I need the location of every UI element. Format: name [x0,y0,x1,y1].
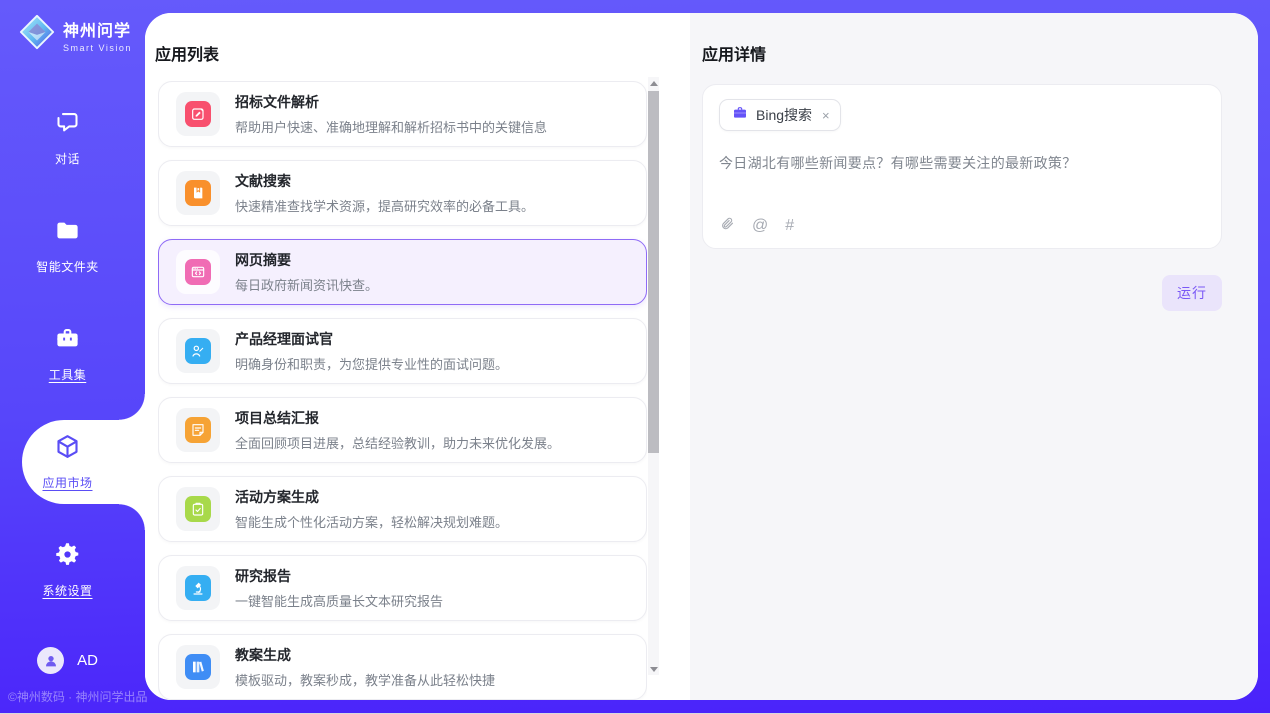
app-card-desc: 模板驱动，教案秒成，教学准备从此轻松快捷 [235,670,495,689]
toolbox-icon [54,325,81,357]
app-card-title: 项目总结汇报 [235,408,560,428]
mention-icon[interactable]: @ [752,218,768,234]
icon-box [176,92,220,136]
sidebar: 神州问学 Smart Vision 对话 智能文件夹 [0,0,145,714]
app-card-title: 招标文件解析 [235,92,547,112]
app-card-desc: 一键智能生成高质量长文本研究报告 [235,591,443,610]
app-card-literature-search[interactable]: 文献搜索 快速精准查找学术资源，提高研究效率的必备工具。 [158,160,647,226]
app-card-title: 文献搜索 [235,171,534,191]
brand-name: 神州问学 [63,17,132,41]
book-icon [185,180,211,206]
icon-box [176,566,220,610]
tool-tag-label: Bing搜索 [756,105,812,125]
app-card-web-summary[interactable]: 网页摘要 每日政府新闻资讯快查。 [158,239,647,305]
icon-box [176,645,220,689]
tool-tag-bing-search[interactable]: Bing搜索 × [719,99,841,131]
app-card-title: 活动方案生成 [235,487,508,507]
microscope-icon [185,575,211,601]
edit-doc-icon [185,101,211,127]
sidebar-item-smart-folder[interactable]: 智能文件夹 [0,208,135,284]
prompt-editor[interactable]: Bing搜索 × 今日湖北有哪些新闻要点？有哪些需要关注的最新政策？ @ # [702,84,1222,249]
interview-icon [185,338,211,364]
app-card-pm-interviewer[interactable]: 产品经理面试官 明确身份和职责，为您提供专业性的面试问题。 [158,318,647,384]
app-list-pane: 应用列表 招标文件解析 帮助用户快速、准确地理解和解析招标书中的关键信息 [145,13,690,700]
cube-icon [54,433,81,465]
sidebar-item-chat[interactable]: 对话 [0,100,135,176]
app-card-project-summary[interactable]: 项目总结汇报 全面回顾项目进展，总结经验教训，助力未来优化发展。 [158,397,647,463]
sidebar-item-label: 智能文件夹 [36,258,99,275]
app-card-research-report[interactable]: 研究报告 一键智能生成高质量长文本研究报告 [158,555,647,621]
web-code-icon [185,259,211,285]
tool-tag-close-icon[interactable]: × [822,108,830,123]
sidebar-item-label: 应用市场 [42,474,92,491]
brand-logo: 神州问学 Smart Vision [0,0,145,56]
app-list-title: 应用列表 [155,41,219,65]
app-card-desc: 全面回顾项目进展，总结经验教训，助力未来优化发展。 [235,433,560,452]
hash-icon[interactable]: # [785,218,794,234]
note-icon [185,417,211,443]
run-button[interactable]: 运行 [1162,275,1222,311]
app-card-list: 招标文件解析 帮助用户快速、准确地理解和解析招标书中的关键信息 文献搜索 快速精… [158,81,647,700]
copyright-footer: ©神州数码 · 神州问学出品 [8,688,148,705]
app-card-desc: 明确身份和职责，为您提供专业性的面试问题。 [235,354,508,373]
query-text[interactable]: 今日湖北有哪些新闻要点？有哪些需要关注的最新政策？ [719,153,1205,173]
sidebar-item-label: 工具集 [49,366,87,383]
app-card-bid-analysis[interactable]: 招标文件解析 帮助用户快速、准确地理解和解析招标书中的关键信息 [158,81,647,147]
user-initials: AD [77,652,98,669]
list-scrollbar[interactable] [648,77,659,675]
active-tab-background [22,420,145,504]
sidebar-item-label: 对话 [55,150,80,167]
app-card-title: 网页摘要 [235,250,378,270]
app-card-title: 产品经理面试官 [235,329,508,349]
sidebar-item-settings[interactable]: 系统设置 [0,532,135,608]
brand-subtitle: Smart Vision [63,43,132,53]
icon-box [176,487,220,531]
app-card-desc: 帮助用户快速、准确地理解和解析招标书中的关键信息 [235,117,547,136]
user-account[interactable]: AD [0,647,135,674]
scrollbar-thumb[interactable] [648,91,659,453]
icon-box [176,171,220,215]
gem-logo-icon [18,13,56,56]
app-detail-title: 应用详情 [702,41,1258,65]
sidebar-item-app-market[interactable]: 应用市场 [0,424,135,500]
scroll-down-arrow[interactable] [648,663,659,675]
avatar [37,647,64,674]
app-card-title: 研究报告 [235,566,443,586]
icon-box [176,250,220,294]
main-panel: 应用列表 招标文件解析 帮助用户快速、准确地理解和解析招标书中的关键信息 [145,13,1258,700]
clipboard-icon [185,496,211,522]
icon-box [176,408,220,452]
sidebar-item-label: 系统设置 [42,582,92,599]
composer-toolbar: @ # [720,215,794,237]
icon-box [176,329,220,373]
app-card-desc: 每日政府新闻资讯快查。 [235,275,378,294]
books-icon [185,654,211,680]
briefcase-icon [732,105,748,126]
app-card-title: 教案生成 [235,645,495,665]
app-card-event-plan[interactable]: 活动方案生成 智能生成个性化活动方案，轻松解决规划难题。 [158,476,647,542]
scroll-up-arrow[interactable] [648,77,659,89]
app-card-desc: 快速精准查找学术资源，提高研究效率的必备工具。 [235,196,534,215]
sidebar-nav: 对话 智能文件夹 工具集 [0,100,135,640]
gear-icon [54,541,81,573]
sidebar-item-toolset[interactable]: 工具集 [0,316,135,392]
app-card-lesson-plan[interactable]: 教案生成 模板驱动，教案秒成，教学准备从此轻松快捷 [158,634,647,700]
chat-icon [54,109,81,141]
folder-icon [54,217,81,249]
attachment-icon[interactable] [720,215,735,237]
app-detail-pane: 应用详情 Bing搜索 × 今日湖北有哪些新闻要点？有哪些需要关注的最新政策？ [690,13,1258,700]
app-card-desc: 智能生成个性化活动方案，轻松解决规划难题。 [235,512,508,531]
